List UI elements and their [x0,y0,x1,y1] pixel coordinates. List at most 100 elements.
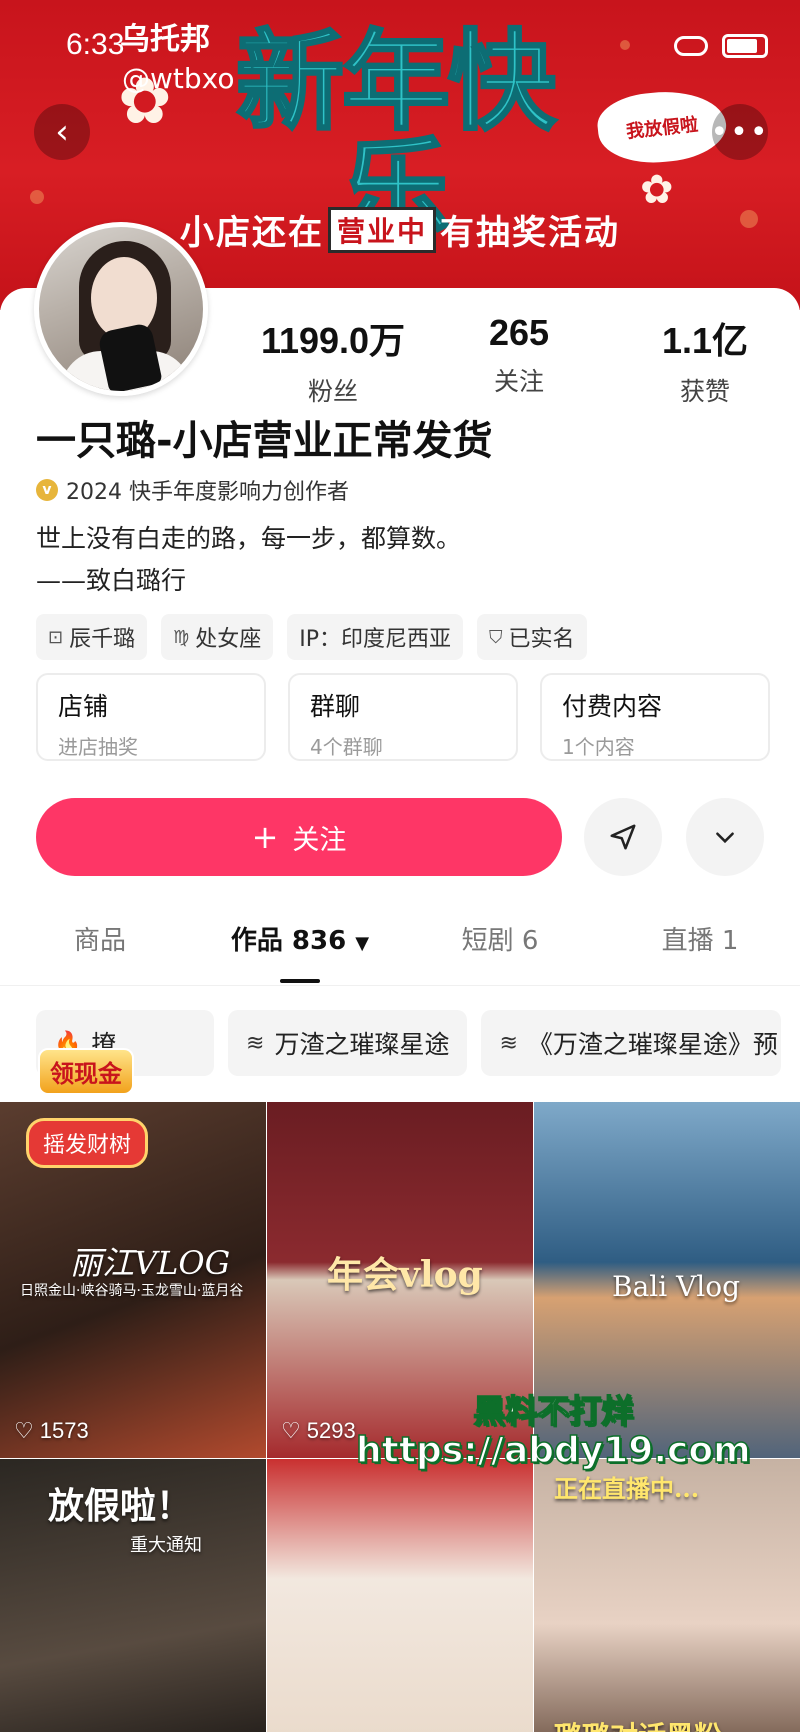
feature-group-chat[interactable]: 群聊 4个群聊 [288,673,518,761]
banner-subtitle-pre: 小店还在 [180,213,324,253]
video-caption: 日照金山·峡谷骑马·玉龙雪山·蓝月谷 [20,1283,244,1299]
follow-button[interactable]: + 关注 [36,798,562,876]
stat-likes[interactable]: 1.1亿 获赞 [612,312,798,408]
banner-subtitle: 小店还在 营业中 有抽奖活动 [180,205,620,254]
caret-down-icon: ▼ [355,933,370,954]
heart-icon: ♡ [281,1418,301,1443]
profile-bio: 世上没有白走的路，每一步，都算数。 ——致白璐行 [36,518,461,602]
promo-line: 黑料不打烊 [473,1391,635,1431]
stat-value: 265 [488,312,550,353]
feature-subtitle: 进店抽奖 [58,735,138,759]
chevron-down-icon [716,832,734,844]
like-count: ♡ 5293 [281,1418,356,1444]
tab-short-dramas[interactable]: 短剧 6 [400,920,600,985]
video-caption: 璐璐对话黑粉 [554,1715,722,1732]
heart-icon: ♡ [14,1418,34,1443]
watermark-handle: @wtbxo [122,62,235,95]
like-count-value: 5293 [306,1418,356,1443]
tab-label: 短剧 6 [461,926,539,956]
battery-icon [722,34,768,58]
cash-reward-badge[interactable]: 领现金 [38,1048,134,1095]
bio-line: ——致白璐行 [36,566,187,595]
stat-following[interactable]: 265 关注 [426,312,612,408]
promo-url: https://abdy19.com [355,1429,751,1472]
tag-ip-location: IP：印度尼西亚 [287,614,464,660]
content-tabs: 商品 作品 836 ▼ 短剧 6 直播 1 [0,920,800,986]
money-tree-badge[interactable]: 摇发财树 [26,1118,149,1168]
feature-subtitle: 4个群聊 [310,735,383,759]
tab-live[interactable]: 直播 1 [600,920,800,985]
stat-label: 获赞 [679,377,730,406]
watermark-promo: 黑料不打烊 https://abdy19.com [355,1386,751,1472]
share-button[interactable] [584,798,662,876]
video-card[interactable] [267,1459,533,1732]
profile-stats: 1199.0万 粉丝 265 关注 1.1亿 获赞 [240,312,800,408]
profile-tags: ⊡ 辰千璐 ♍ 处女座 IP：印度尼西亚 ⛉ 已实名 [36,614,587,660]
stat-label: 粉丝 [307,377,358,406]
status-time: 6:33 [66,28,125,61]
plus-icon: + [251,818,279,856]
tag-shop[interactable]: ⊡ 辰千璐 [36,614,148,660]
video-overlay-title: 丽江VLOG [70,1244,231,1282]
feature-title: 群聊 [310,692,361,721]
collection-chip[interactable]: ≋ 《万渣之璀璨星途》预 [481,1010,782,1076]
shop-icon: ⊡ [48,626,64,648]
status-icons [674,34,768,58]
collection-chip[interactable]: ≋ 万渣之璀璨星途 [228,1010,468,1076]
tag-label: 处女座 [195,627,262,652]
stat-label: 关注 [493,367,544,396]
flower-decoration-icon: ✿ [640,167,674,213]
collection-label: 万渣之璀璨星途 [274,1030,450,1059]
tab-label: 作品 836 [230,926,347,956]
stat-followers[interactable]: 1199.0万 粉丝 [240,312,426,408]
tag-zodiac: ♍ 处女座 [161,614,274,660]
video-overlay-title: 正在直播中... [554,1474,700,1503]
send-icon [610,824,636,850]
chevron-left-icon: ‹ [55,112,69,152]
tag-label: 辰千璐 [69,627,136,652]
tab-label: 商品 [73,926,126,956]
video-overlay-title: 年会vlog [327,1254,483,1296]
like-count-value: 1573 [39,1418,89,1443]
more-button[interactable]: ••• [710,104,770,160]
feature-title: 付费内容 [562,692,663,721]
stat-value: 1199.0万 [260,320,406,361]
tab-label: 直播 1 [661,926,739,956]
collection-label: 《万渣之璀璨星途》预 [527,1030,778,1059]
zodiac-icon: ♍ [173,626,190,648]
video-caption: 重大通知 [130,1535,202,1556]
video-card[interactable]: 正在直播中... 璐璐对话黑粉 [534,1459,800,1732]
more-dots-icon: ••• [710,114,770,150]
tag-verified: ⛉ 已实名 [477,614,587,660]
banner-badge: 我放假啦 [594,85,730,169]
stat-value: 1.1亿 [661,320,749,361]
video-card[interactable]: 放假啦！ 重大通知 [0,1459,266,1732]
certification-label: 2024 快手年度影响力创作者 [66,480,349,505]
tab-works[interactable]: 作品 836 ▼ [200,920,400,985]
profile-nickname: 一只璐-小店营业正常发货 [36,418,493,464]
tag-label: IP：印度尼西亚 [299,627,452,652]
back-button[interactable]: ‹ [34,104,90,160]
banner-subtitle-tag: 营业中 [328,207,437,253]
banner-subtitle-post: 有抽奖活动 [440,213,621,253]
collection-chips: 🔥 撩 ≋ 万渣之璀璨星途 ≋ 《万渣之璀璨星途》预 [36,1010,782,1076]
video-overlay-title: 放假啦！ [48,1485,193,1527]
certification-row[interactable]: v 2024 快手年度影响力创作者 [36,474,349,506]
watermark-name: 乌托邦 [120,22,210,57]
video-overlay-title: Bali Vlog [612,1270,741,1303]
feature-cards: 店铺 进店抽奖 群聊 4个群聊 付费内容 1个内容 [36,673,770,761]
feature-title: 店铺 [58,692,109,721]
follow-button-label: 关注 [292,824,347,856]
tab-products[interactable]: 商品 [0,920,200,985]
feature-paid-content[interactable]: 付费内容 1个内容 [540,673,770,761]
feature-shop[interactable]: 店铺 进店抽奖 [36,673,266,761]
avatar[interactable] [34,222,208,396]
certified-badge-icon: v [36,479,58,501]
layers-icon: ≋ [499,1030,518,1056]
like-count: ♡ 1573 [14,1418,89,1444]
layers-icon: ≋ [246,1030,265,1056]
bio-line: 世上没有白走的路，每一步，都算数。 [36,524,462,553]
link-icon [674,36,708,56]
tag-label: 已实名 [508,627,575,652]
recommend-dropdown-button[interactable] [686,798,764,876]
